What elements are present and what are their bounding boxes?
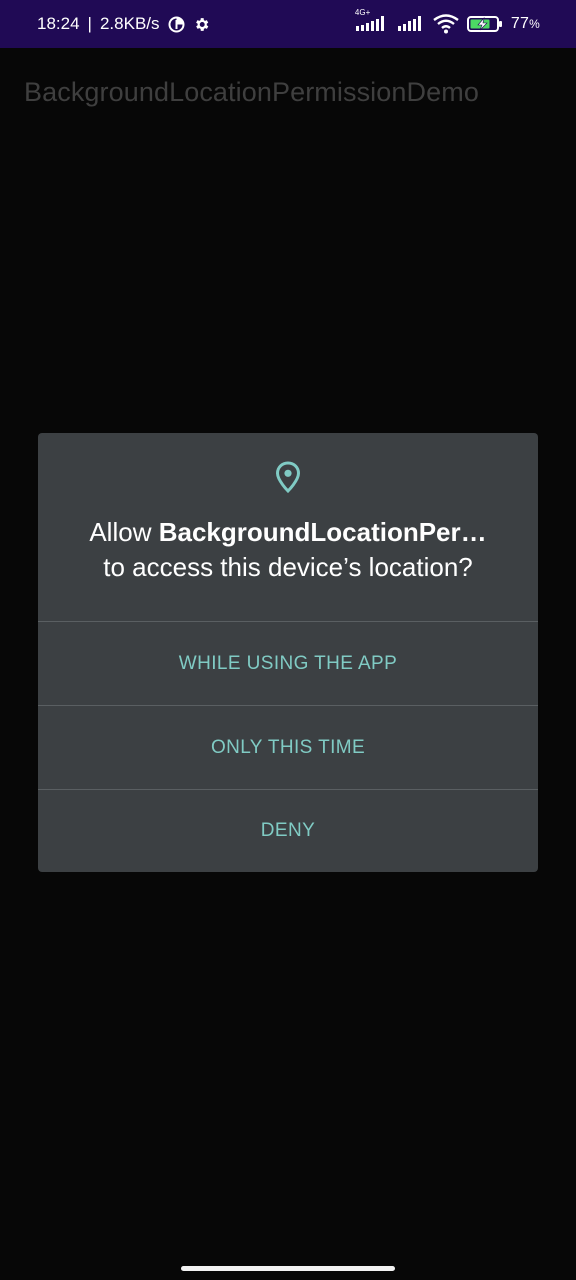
deny-button[interactable]: DENY bbox=[38, 789, 538, 872]
dialog-message: Allow BackgroundLocationPer… to access t… bbox=[38, 515, 538, 585]
dialog-app-name: BackgroundLocationPer… bbox=[158, 517, 487, 547]
battery-percent: 77% bbox=[510, 15, 540, 32]
navigation-bar bbox=[0, 1256, 576, 1280]
status-separator: | bbox=[87, 14, 92, 33]
app-title: BackgroundLocationPermissionDemo bbox=[24, 76, 479, 107]
only-this-time-button[interactable]: ONLY THIS TIME bbox=[38, 705, 538, 789]
dialog-message-line2: to access this device’s location? bbox=[103, 552, 473, 582]
message-prefix: Allow bbox=[89, 517, 159, 547]
battery-charging-icon bbox=[466, 15, 503, 33]
network-type-label: 4G+ bbox=[354, 8, 371, 17]
dialog-header: Allow BackgroundLocationPer… to access t… bbox=[38, 433, 538, 621]
app-bar: BackgroundLocationPermissionDemo bbox=[0, 48, 576, 136]
data-saver-icon bbox=[168, 16, 185, 33]
home-gesture-handle[interactable] bbox=[181, 1265, 395, 1271]
status-right: 4G+ 77% bbox=[355, 9, 540, 34]
network-speed: 2.8KB/s bbox=[99, 14, 160, 33]
clock: 18:24 bbox=[37, 14, 80, 33]
wifi-icon bbox=[433, 14, 459, 34]
status-bar: 18:24 | 2.8KB/s 4G+ 77% bbox=[0, 0, 576, 48]
while-using-app-button[interactable]: WHILE USING THE APP bbox=[38, 621, 538, 705]
signal-icon bbox=[397, 15, 425, 33]
gear-icon bbox=[193, 16, 210, 33]
signal-icon: 4G+ bbox=[355, 9, 389, 33]
permission-dialog: Allow BackgroundLocationPer… to access t… bbox=[38, 433, 538, 872]
location-pin-icon bbox=[275, 461, 301, 493]
status-left: 18:24 | 2.8KB/s bbox=[37, 14, 210, 34]
dialog-message-line1: Allow BackgroundLocationPer… bbox=[74, 515, 502, 550]
